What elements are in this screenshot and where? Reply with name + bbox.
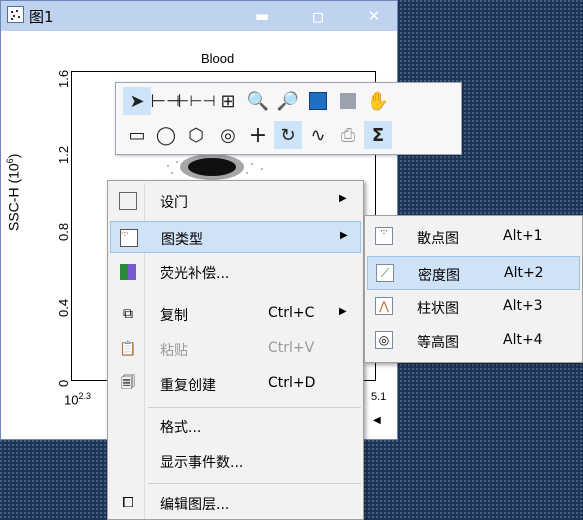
submenu-item-contour[interactable]: ◎ 等高图 Alt+4 [367,324,580,358]
menu-item-copy[interactable]: ⧉ 复制 Ctrl+C ▶ [110,298,361,330]
minimize-icon: ▬ [254,7,270,25]
submenu-item-scatter[interactable]: ·:· 散点图 Alt+1 [367,220,580,254]
close-icon: ✕ [367,7,381,25]
printer-icon[interactable]: ⎙ [334,121,362,149]
x-tick-label-right: 5.1 [371,391,387,403]
full-icon[interactable] [334,87,362,115]
spline-icon[interactable]: ∿ [304,121,332,149]
fit-icon[interactable] [304,87,332,115]
maximize-icon: ▫ [311,4,325,28]
polygon-gate-icon[interactable]: ⬡ [182,121,210,149]
y-axis-label: SSC-H (106) [5,153,22,231]
contour-gate-icon[interactable]: ◎ [214,121,242,149]
menu-item-plot-type[interactable]: ·:· 图类型 ▶ [110,221,361,253]
menu-separator [148,483,361,484]
submenu-arrow-icon: ▶ [339,306,347,317]
x-tick-label: 102.3 [64,391,91,408]
menu-item-duplicate[interactable]: 🗐 重复创建 Ctrl+D [110,368,361,400]
plot-toolbar: ➤ ⊢⊣ ⊢⊢⊣ ⊞ 🔍 🔎 ✋ ▭ ◯ ⬡ ◎ + ↻ ∿ ⎙ Σ [115,82,462,155]
window-title: 图1 [29,8,54,26]
scatter-plot-icon: ·:· [375,227,393,245]
submenu-item-histogram[interactable]: ⋀ 柱状图 Alt+3 [367,290,580,324]
plot-title: Blood [201,51,235,66]
copy-icon: ⧉ [123,306,133,322]
rectangle-gate-icon[interactable]: ▭ [123,121,151,149]
scatter-plot-icon [7,6,24,23]
submenu-arrow-icon: ▶ [339,193,347,204]
zoom-in-icon[interactable]: 🔍 [244,87,272,115]
minimize-button[interactable]: ▬ [243,1,281,31]
quadrant-icon[interactable]: ⊞ [214,87,242,115]
density-plot-icon: ⟋ [376,264,394,282]
gate-icon [118,191,138,211]
duplicate-icon: 🗐 [121,375,135,391]
hand-icon[interactable]: ✋ [364,87,392,115]
sigma-icon[interactable]: Σ [364,121,392,149]
ellipse-gate-icon[interactable]: ◯ [152,121,180,149]
histogram-icon: ⋀ [375,297,393,315]
menu-item-show-events[interactable]: 显示事件数... [110,445,361,477]
refresh-icon[interactable]: ↻ [274,121,302,149]
pointer-icon[interactable]: ➤ [123,87,151,115]
submenu-item-density[interactable]: ⟋ 密度图 Alt+2 [367,256,580,290]
close-button[interactable]: ✕ [355,1,393,31]
menu-item-paste[interactable]: 📋 粘贴 Ctrl+V [110,333,361,365]
y-tick-label: 0.4 [56,298,71,317]
context-menu: 设门 ▶ ·:· 图类型 ▶ 荧光补偿... ⧉ 复制 Ctrl+C ▶ 📋 粘… [107,180,364,520]
scroll-left-icon[interactable]: ◀ [373,415,381,426]
menu-item-edit-layers[interactable]: ⧠ 编辑图层... [110,487,361,519]
bi-range-icon[interactable]: ⊢⊢⊣ [176,87,215,115]
menu-item-compensation[interactable]: 荧光补偿... [110,256,361,288]
contour-plot-icon: ◎ [375,331,393,349]
y-tick-label: 1.6 [56,69,71,88]
plot-type-submenu: ·:· 散点图 Alt+1 ⟋ 密度图 Alt+2 ⋀ 柱状图 Alt+3 ◎ … [364,215,583,363]
submenu-arrow-icon: ▶ [340,230,348,241]
zoom-out-icon[interactable]: 🔎 [274,87,302,115]
paste-icon: 📋 [119,341,137,357]
y-tick-label: 0.8 [56,222,71,241]
crosshair-icon[interactable]: + [244,121,272,149]
menu-item-gate[interactable]: 设门 ▶ [110,185,361,217]
y-tick-label: 1.2 [56,145,71,164]
menu-item-format[interactable]: 格式... [110,410,361,442]
y-tick-label: 0 [56,379,71,387]
scatter-plot-icon: ·:· [119,228,139,248]
menu-separator [148,407,361,408]
window-title-bar[interactable]: 图1 ▬ ▫ ✕ [1,1,397,31]
layers-icon: ⧠ [122,495,134,511]
maximize-button[interactable]: ▫ [299,1,337,31]
compensation-icon [118,262,138,282]
